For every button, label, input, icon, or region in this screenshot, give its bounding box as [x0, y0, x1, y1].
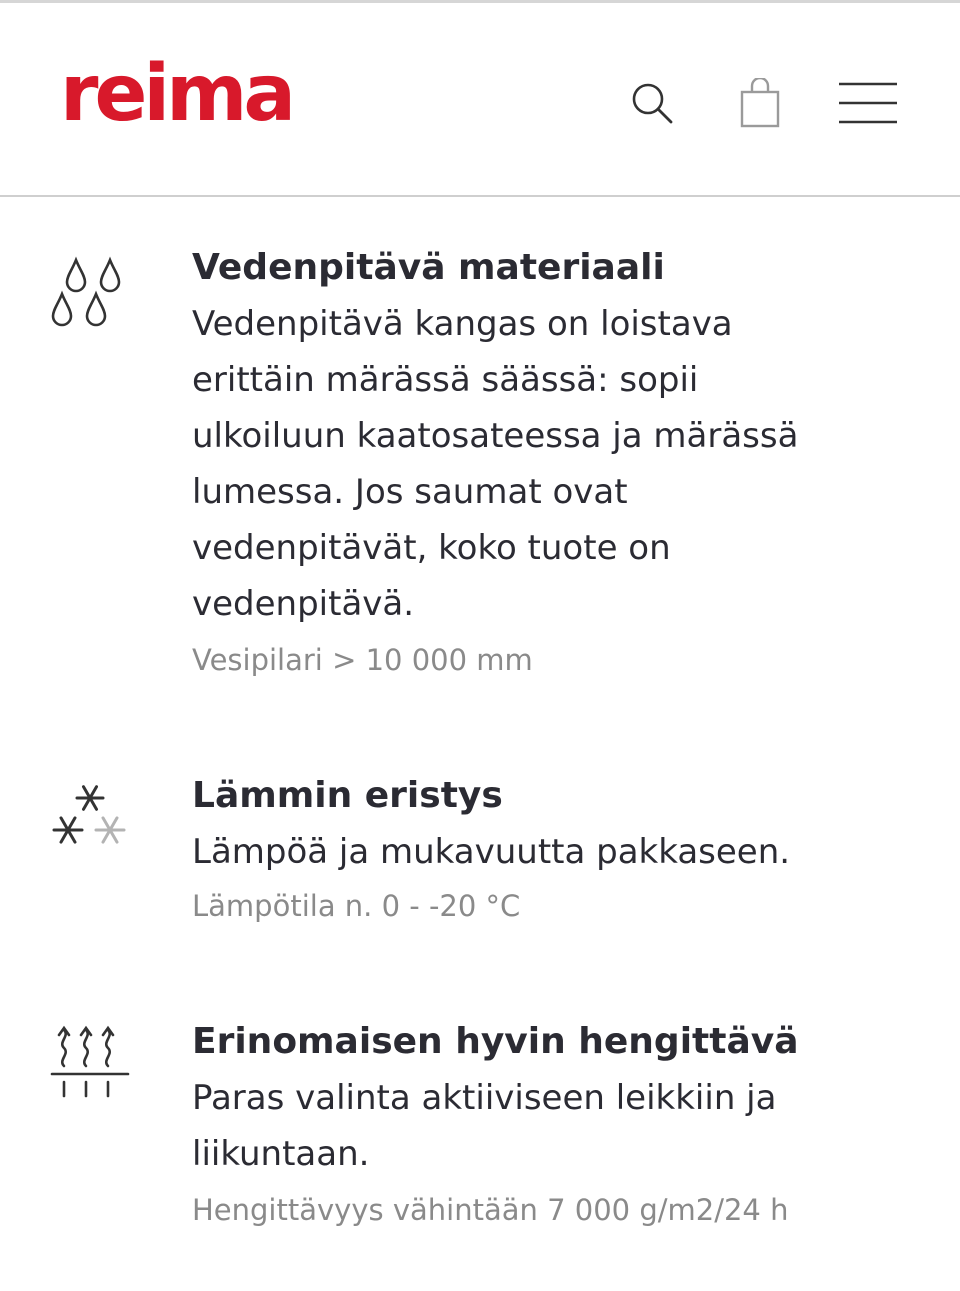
description-line: lumessa. Jos saumat ovat	[192, 472, 628, 512]
search-icon	[632, 83, 673, 124]
feature-description: Lämpöä ja mukavuutta pakkaseen.	[192, 824, 882, 880]
water-drops-icon	[51, 256, 121, 327]
description-line: Vedenpitävä kangas on loistava	[192, 304, 733, 344]
cart-button[interactable]	[730, 75, 790, 131]
description-line: vedenpitävä.	[192, 584, 415, 624]
description-line: Lämpöä ja mukavuutta pakkaseen.	[192, 832, 791, 872]
reima-logo[interactable]: reima	[60, 55, 296, 133]
feature-waterproof: Vedenpitävä materiaali Vedenpitävä kanga…	[0, 240, 960, 690]
feature-spec: Lämpötila n. 0 - -20 °C	[192, 889, 521, 923]
site-header: reima	[0, 3, 960, 197]
feature-title: Lämmin eristys	[192, 775, 503, 816]
feature-description: Paras valinta aktiiviseen leikkiin ja li…	[192, 1070, 882, 1182]
snowflakes-icon	[52, 785, 126, 844]
feature-spec: Vesipilari > 10 000 mm	[192, 643, 533, 677]
menu-icon	[839, 82, 897, 124]
search-button[interactable]	[622, 75, 682, 131]
feature-breathable: Erinomaisen hyvin hengittävä Paras valin…	[0, 1016, 960, 1246]
description-line: erittäin märässä säässä: sopii	[192, 360, 699, 400]
menu-button[interactable]	[836, 75, 900, 131]
description-line: Paras valinta aktiiviseen leikkiin ja	[192, 1078, 777, 1118]
breathable-icon	[50, 1025, 130, 1098]
feature-description: Vedenpitävä kangas on loistava erittäin …	[192, 296, 882, 632]
feature-title: Vedenpitävä materiaali	[192, 247, 665, 288]
description-line: ulkoiluun kaatosateessa ja märässä	[192, 416, 799, 456]
shopping-bag-icon	[740, 78, 780, 128]
description-line: liikuntaan.	[192, 1134, 370, 1174]
feature-title: Erinomaisen hyvin hengittävä	[192, 1021, 799, 1062]
feature-insulation: Lämmin eristys Lämpöä ja mukavuutta pakk…	[0, 770, 960, 940]
description-line: vedenpitävät, koko tuote on	[192, 528, 671, 568]
feature-spec: Hengittävyys vähintään 7 000 g/m2/24 h	[192, 1193, 789, 1227]
